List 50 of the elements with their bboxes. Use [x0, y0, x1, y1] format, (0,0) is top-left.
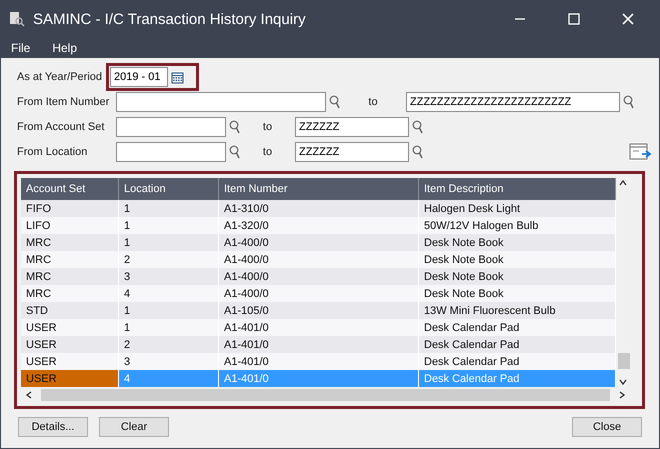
search-icon[interactable] [412, 145, 423, 159]
action-button[interactable]: Details... [18, 417, 88, 437]
menu-item[interactable]: File [11, 40, 30, 54]
field-label: From Location [17, 146, 88, 158]
calendar-icon[interactable] [171, 70, 184, 84]
scroll-thumb[interactable] [618, 353, 630, 369]
table-row[interactable]: MRC 4 A1-400/0 Desk Note Book [21, 285, 616, 302]
app-icon [9, 11, 25, 27]
to-field[interactable]: ZZZZZZZZZZZZZZZZZZZZZZZZ [406, 92, 620, 112]
from-field[interactable] [116, 92, 326, 112]
table-row[interactable]: MRC 1 A1-400/0 Desk Note Book [21, 234, 616, 251]
period-field[interactable]: 2019 - 01 [110, 67, 168, 87]
window-title: SAMINC - I/C Transaction History Inquiry [33, 10, 307, 28]
table-cell: 4 [119, 370, 219, 387]
scroll-down-icon[interactable] [618, 377, 628, 387]
to-label: to [262, 121, 274, 133]
field-label: From Item Number [17, 96, 110, 108]
search-icon[interactable] [623, 95, 634, 109]
scroll-thumb[interactable] [41, 388, 610, 400]
table-row[interactable]: MRC 3 A1-400/0 Desk Note Book [21, 268, 616, 285]
action-button[interactable]: Clear [99, 417, 169, 437]
table-row[interactable]: USER 1 A1-401/0 Desk Calendar Pad [21, 319, 616, 336]
search-icon[interactable] [229, 145, 240, 159]
menu-item[interactable]: Help [52, 40, 78, 54]
table-cell: USER [21, 370, 119, 387]
search-icon[interactable] [329, 95, 340, 109]
table-row[interactable]: USER 3 A1-401/0 Desk Calendar Pad [21, 353, 616, 370]
table-cell: Desk Calendar Pad [419, 370, 616, 387]
scroll-left-icon[interactable] [25, 390, 33, 400]
field-label: As at Year/Period [17, 71, 104, 83]
from-field[interactable] [116, 142, 226, 162]
scroll-up-icon[interactable] [618, 178, 628, 188]
close-button[interactable]: Close [572, 417, 642, 437]
field-label: From Account Set [17, 121, 106, 133]
table-row[interactable]: STD 1 A1-105/0 13W Mini Fluorescent Bulb [21, 302, 616, 319]
table-row[interactable]: MRC 2 A1-400/0 Desk Note Book [21, 251, 616, 268]
table-row[interactable]: FIFO 1 A1-310/0 Halogen Desk Light [21, 200, 616, 217]
to-field[interactable]: ZZZZZZ [295, 142, 409, 162]
from-field[interactable] [116, 117, 226, 137]
to-label: to [262, 146, 274, 158]
export-icon[interactable] [629, 143, 653, 161]
to-field[interactable]: ZZZZZZ [295, 117, 409, 137]
table-row[interactable]: LIFO 1 A1-320/0 50W/12V Halogen Bulb [21, 217, 616, 234]
table-row[interactable]: USER 4 A1-401/0 Desk Calendar Pad [21, 370, 616, 387]
search-icon[interactable] [229, 120, 240, 134]
scroll-right-icon[interactable] [618, 390, 626, 400]
to-label: to [367, 96, 379, 108]
table-cell: A1-401/0 [219, 370, 419, 387]
search-icon[interactable] [412, 120, 423, 134]
table-row[interactable]: USER 2 A1-401/0 Desk Calendar Pad [21, 336, 616, 353]
